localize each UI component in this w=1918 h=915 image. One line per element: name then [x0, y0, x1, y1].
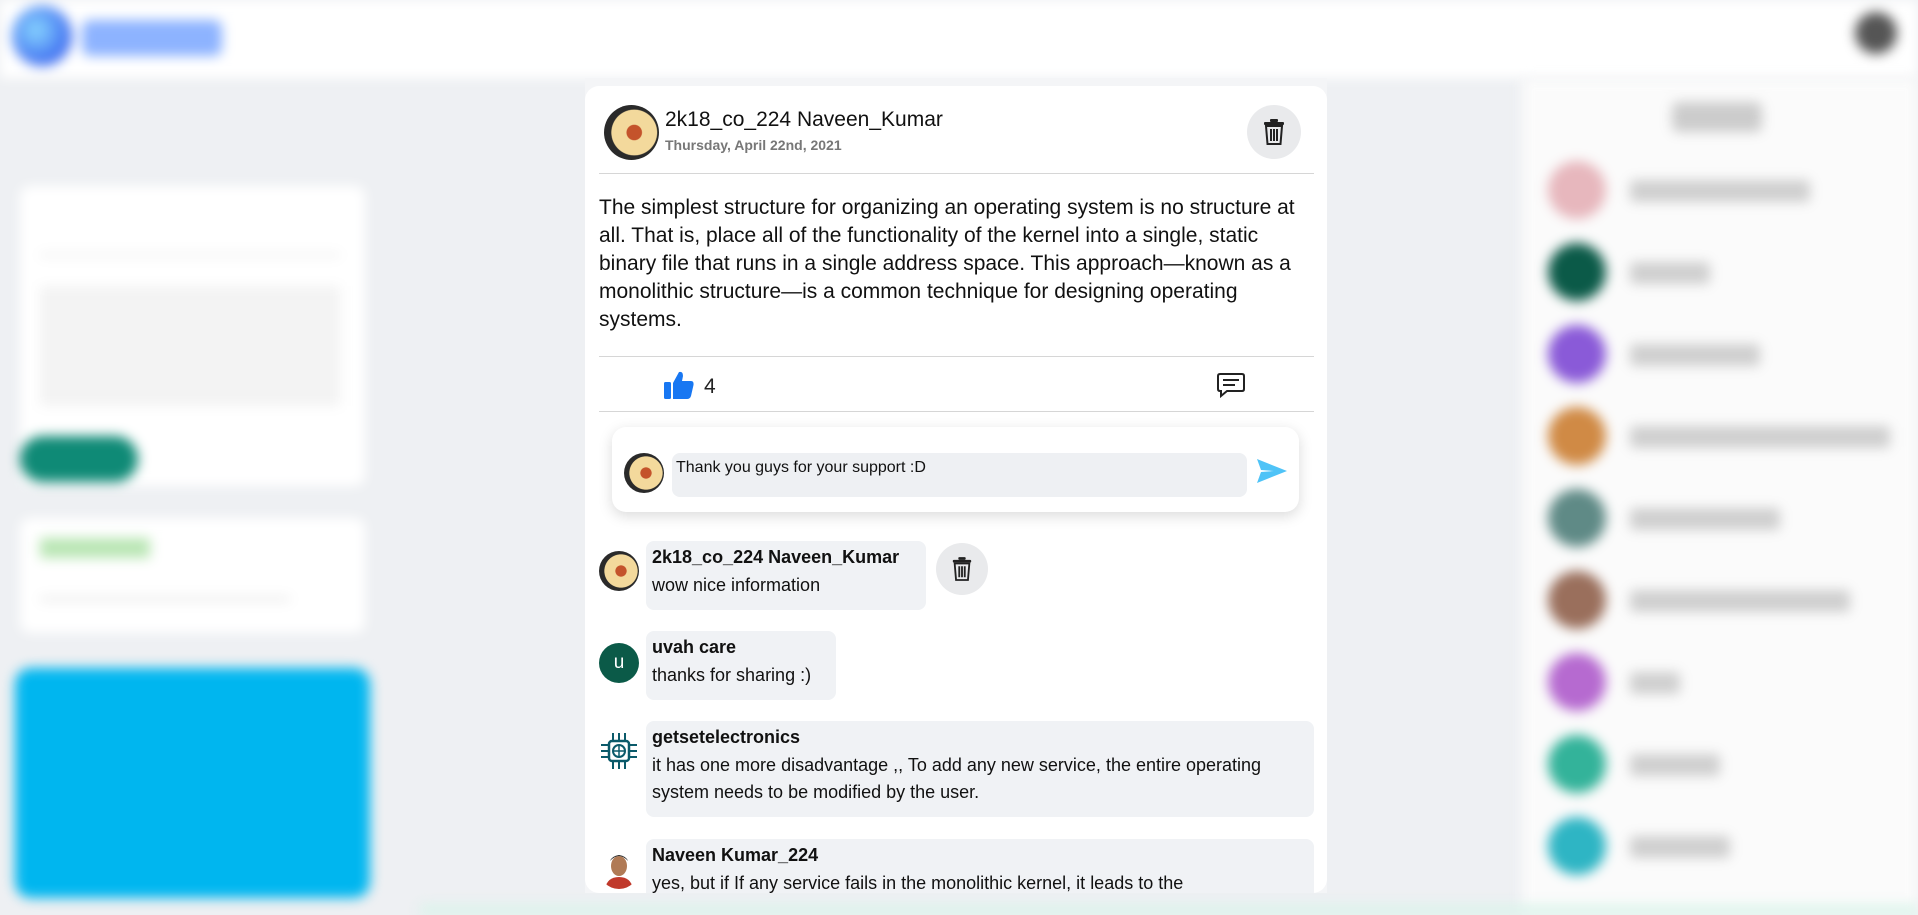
avatar [1548, 489, 1606, 547]
avatar [1548, 735, 1606, 793]
friend-name [1630, 426, 1890, 448]
avatar [1548, 325, 1606, 383]
create-post-button [20, 436, 138, 482]
divider [599, 411, 1314, 412]
app-logo-text [82, 20, 222, 56]
left-sidebar [0, 78, 380, 915]
user-avatar-icon[interactable] [599, 551, 639, 591]
user-avatar-icon[interactable] [599, 849, 639, 889]
app-logo-icon [12, 6, 72, 66]
friend-item [1540, 238, 1900, 308]
friend-name [1630, 262, 1710, 284]
search-card [20, 518, 365, 633]
post-body-text: The simplest structure for organizing an… [599, 196, 1295, 331]
trash-icon [952, 557, 972, 581]
right-sidebar [1522, 78, 1918, 915]
create-post-title-field [40, 216, 340, 256]
avatar [1548, 161, 1606, 219]
search-card-field [40, 580, 290, 600]
like-button[interactable]: 4 [664, 371, 716, 399]
bottom-strip [420, 905, 1918, 915]
comment-bubble: Naveen Kumar_224 yes, but if If any serv… [646, 839, 1314, 893]
friend-item [1540, 402, 1900, 472]
comment-bubble: getsetelectronics it has one more disadv… [646, 721, 1314, 817]
chip-avatar-icon[interactable] [599, 731, 639, 771]
avatar[interactable]: u [599, 643, 639, 683]
friend-name [1630, 590, 1850, 612]
comment-author[interactable]: Naveen Kumar_224 [652, 843, 1308, 867]
avatar [1548, 653, 1606, 711]
divider [599, 356, 1314, 357]
divider [599, 173, 1314, 174]
highlight-card [15, 668, 370, 898]
send-comment-button[interactable] [1257, 459, 1287, 487]
friend-name [1630, 672, 1680, 694]
post-author-name[interactable]: 2k18_co_224 Naveen_Kumar [665, 108, 943, 132]
friend-item [1540, 812, 1900, 882]
comment-author[interactable]: uvah care [652, 635, 830, 659]
comment-text: thanks for sharing :) [652, 665, 812, 685]
comment-text: wow nice information [652, 575, 821, 595]
comment-button[interactable] [1217, 372, 1245, 402]
comment-input[interactable] [672, 453, 1247, 497]
friend-item [1540, 566, 1900, 636]
avatar [1548, 407, 1606, 465]
comment-composer [612, 427, 1299, 512]
user-avatar-icon[interactable] [604, 105, 659, 160]
post-card: 2k18_co_224 Naveen_Kumar Thursday, April… [585, 86, 1327, 893]
comment-author[interactable]: 2k18_co_224 Naveen_Kumar [652, 545, 920, 569]
friend-name [1630, 754, 1720, 776]
user-avatar-icon [624, 453, 664, 493]
friend-item [1540, 730, 1900, 800]
avatar [1548, 243, 1606, 301]
search-card-label [40, 538, 150, 558]
friend-name [1630, 836, 1730, 858]
friend-item [1540, 484, 1900, 554]
top-navbar [0, 0, 1918, 78]
friend-name [1630, 180, 1810, 202]
trash-icon [1264, 119, 1284, 145]
thumbs-up-icon [664, 371, 694, 399]
delete-post-button[interactable] [1247, 105, 1301, 159]
right-sidebar-title [1672, 102, 1762, 132]
create-post-card [20, 186, 365, 486]
comment-text: it has one more disadvantage ,, To add a… [652, 755, 1262, 802]
comment-author[interactable]: getsetelectronics [652, 725, 1308, 749]
friend-item [1540, 156, 1900, 226]
comment-text: yes, but if If any service fails in the … [652, 873, 1184, 893]
friend-item [1540, 648, 1900, 718]
friend-name [1630, 508, 1780, 530]
avatar [1548, 817, 1606, 875]
friend-item [1540, 320, 1900, 390]
delete-comment-button[interactable] [936, 543, 988, 595]
comment-bubble: 2k18_co_224 Naveen_Kumar wow nice inform… [646, 541, 926, 610]
comment-bubble: uvah care thanks for sharing :) [646, 631, 836, 700]
comment-icon [1217, 373, 1245, 399]
post-date: Thursday, April 22nd, 2021 [665, 137, 842, 153]
friend-name [1630, 344, 1760, 366]
send-icon [1257, 459, 1287, 483]
like-count: 4 [704, 375, 716, 398]
create-post-body-field [40, 286, 340, 406]
profile-avatar [1855, 12, 1897, 54]
avatar [1548, 571, 1606, 629]
